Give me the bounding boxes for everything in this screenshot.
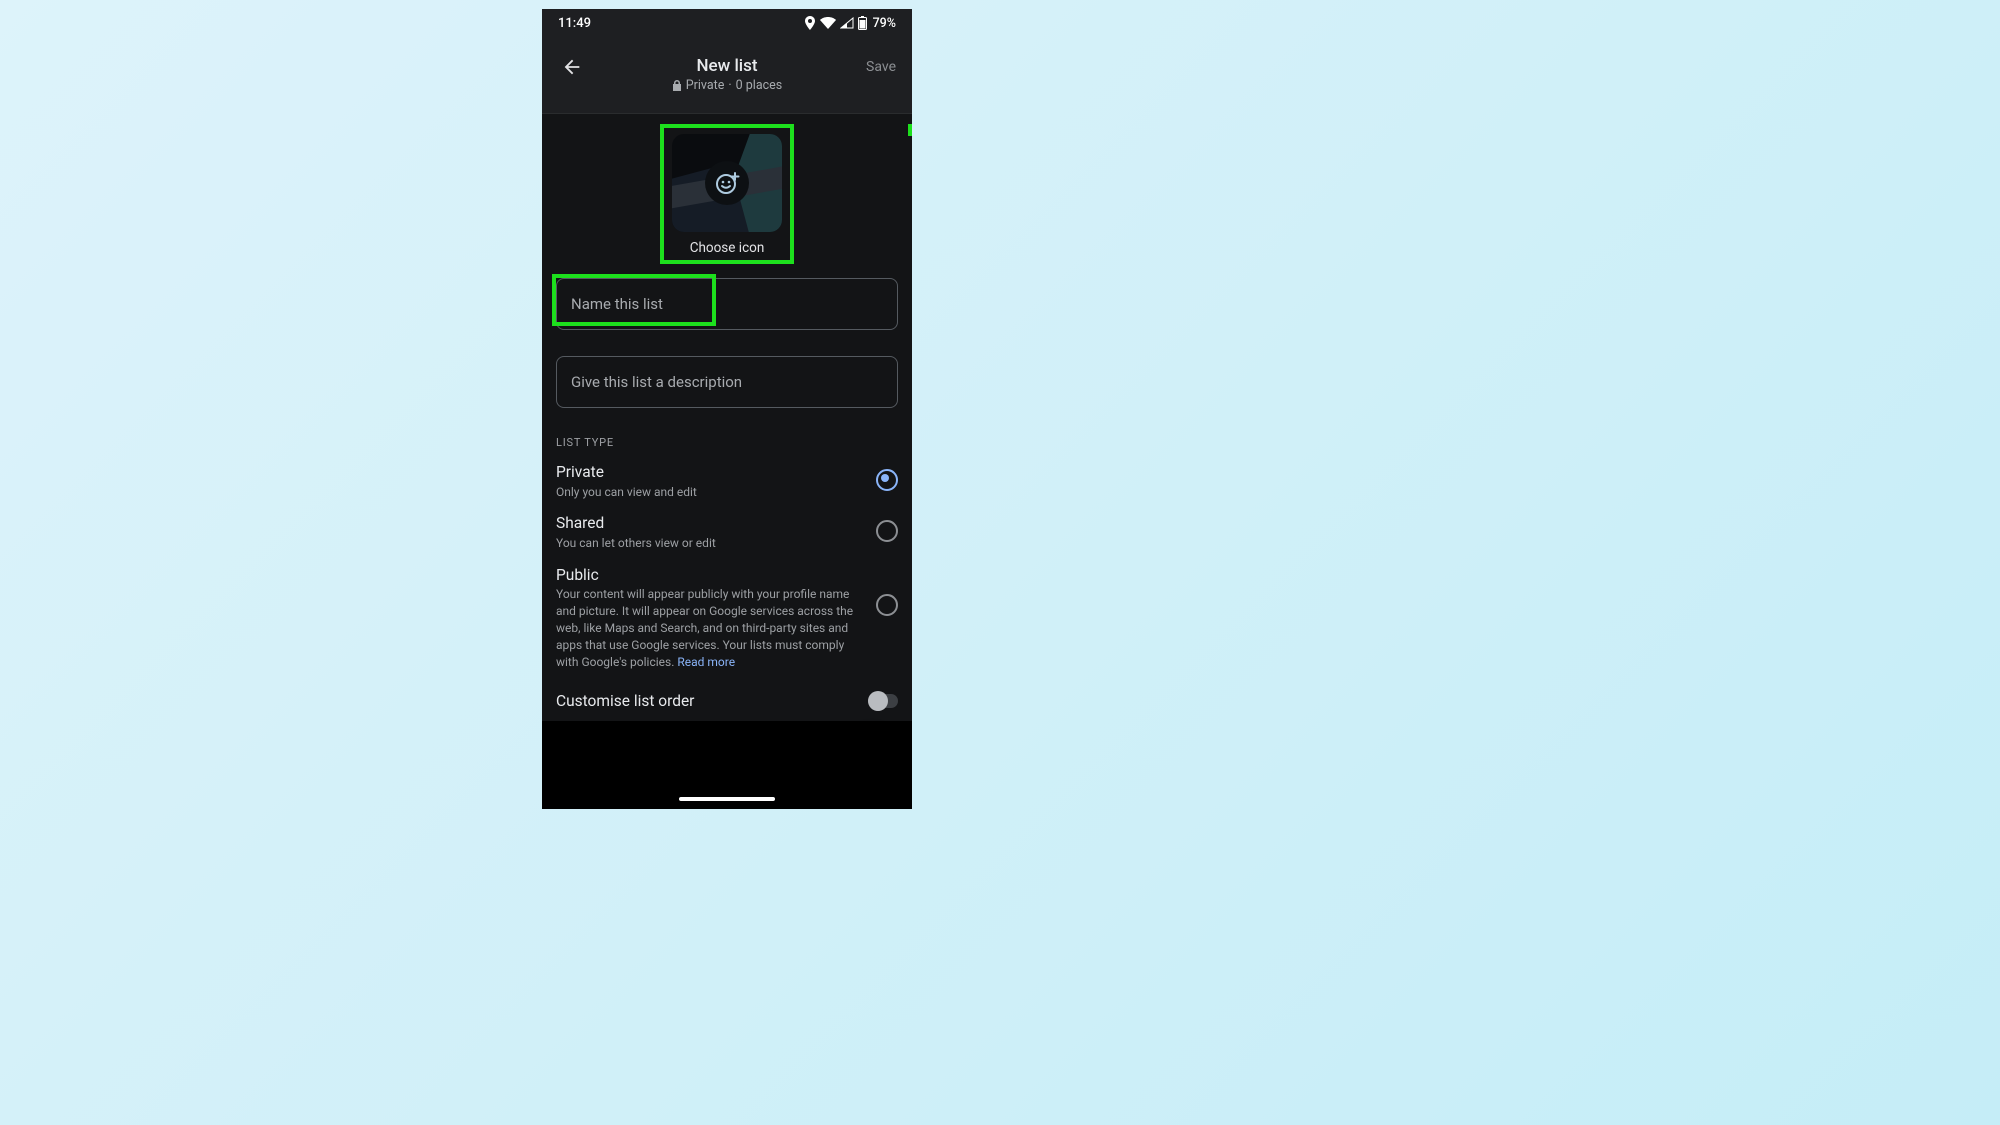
choose-icon-label: Choose icon [690,240,765,256]
status-battery: 79% [873,16,896,31]
read-more-link[interactable]: Read more [677,655,735,669]
signal-icon [840,17,854,29]
page-subtitle: Private · 0 places [672,78,783,93]
location-icon [804,16,816,30]
option-public[interactable]: Public Your content will appear publicly… [556,566,898,671]
choose-icon-card[interactable] [672,134,782,232]
list-description-input[interactable]: Give this list a description [556,356,898,408]
list-type-label: LIST TYPE [556,436,898,449]
option-shared[interactable]: Shared You can let others view or edit [556,514,898,551]
wifi-icon [820,17,836,29]
customise-order-row[interactable]: Customise list order [556,692,898,710]
arrow-back-icon [561,56,583,78]
emoji-plus-icon [705,161,749,205]
status-indicators: 79% [804,16,896,31]
page-title: New list [696,57,757,76]
battery-icon [858,16,867,30]
highlight-sliver [908,124,912,136]
status-time: 11:49 [558,16,591,31]
save-button[interactable]: Save [866,51,896,83]
choose-icon-highlight: Choose icon [660,124,794,264]
status-bar: 11:49 79% [542,9,912,37]
lock-icon [672,80,682,91]
phone-frame: 11:49 79% New list Private · 0 places Sa… [542,9,912,809]
back-button[interactable] [556,51,588,83]
system-nav-bar [542,721,912,809]
radio-public[interactable] [876,594,898,616]
list-name-input[interactable]: Name this list [556,278,898,330]
radio-private[interactable] [876,469,898,491]
content-area: Choose icon Name this list Give this lis… [542,124,912,710]
option-private[interactable]: Private Only you can view and edit [556,463,898,500]
customise-order-toggle[interactable] [868,694,898,708]
radio-shared[interactable] [876,520,898,542]
nav-handle[interactable] [679,797,775,801]
app-bar: New list Private · 0 places Save [542,37,912,114]
choose-icon-section: Choose icon [556,124,898,264]
